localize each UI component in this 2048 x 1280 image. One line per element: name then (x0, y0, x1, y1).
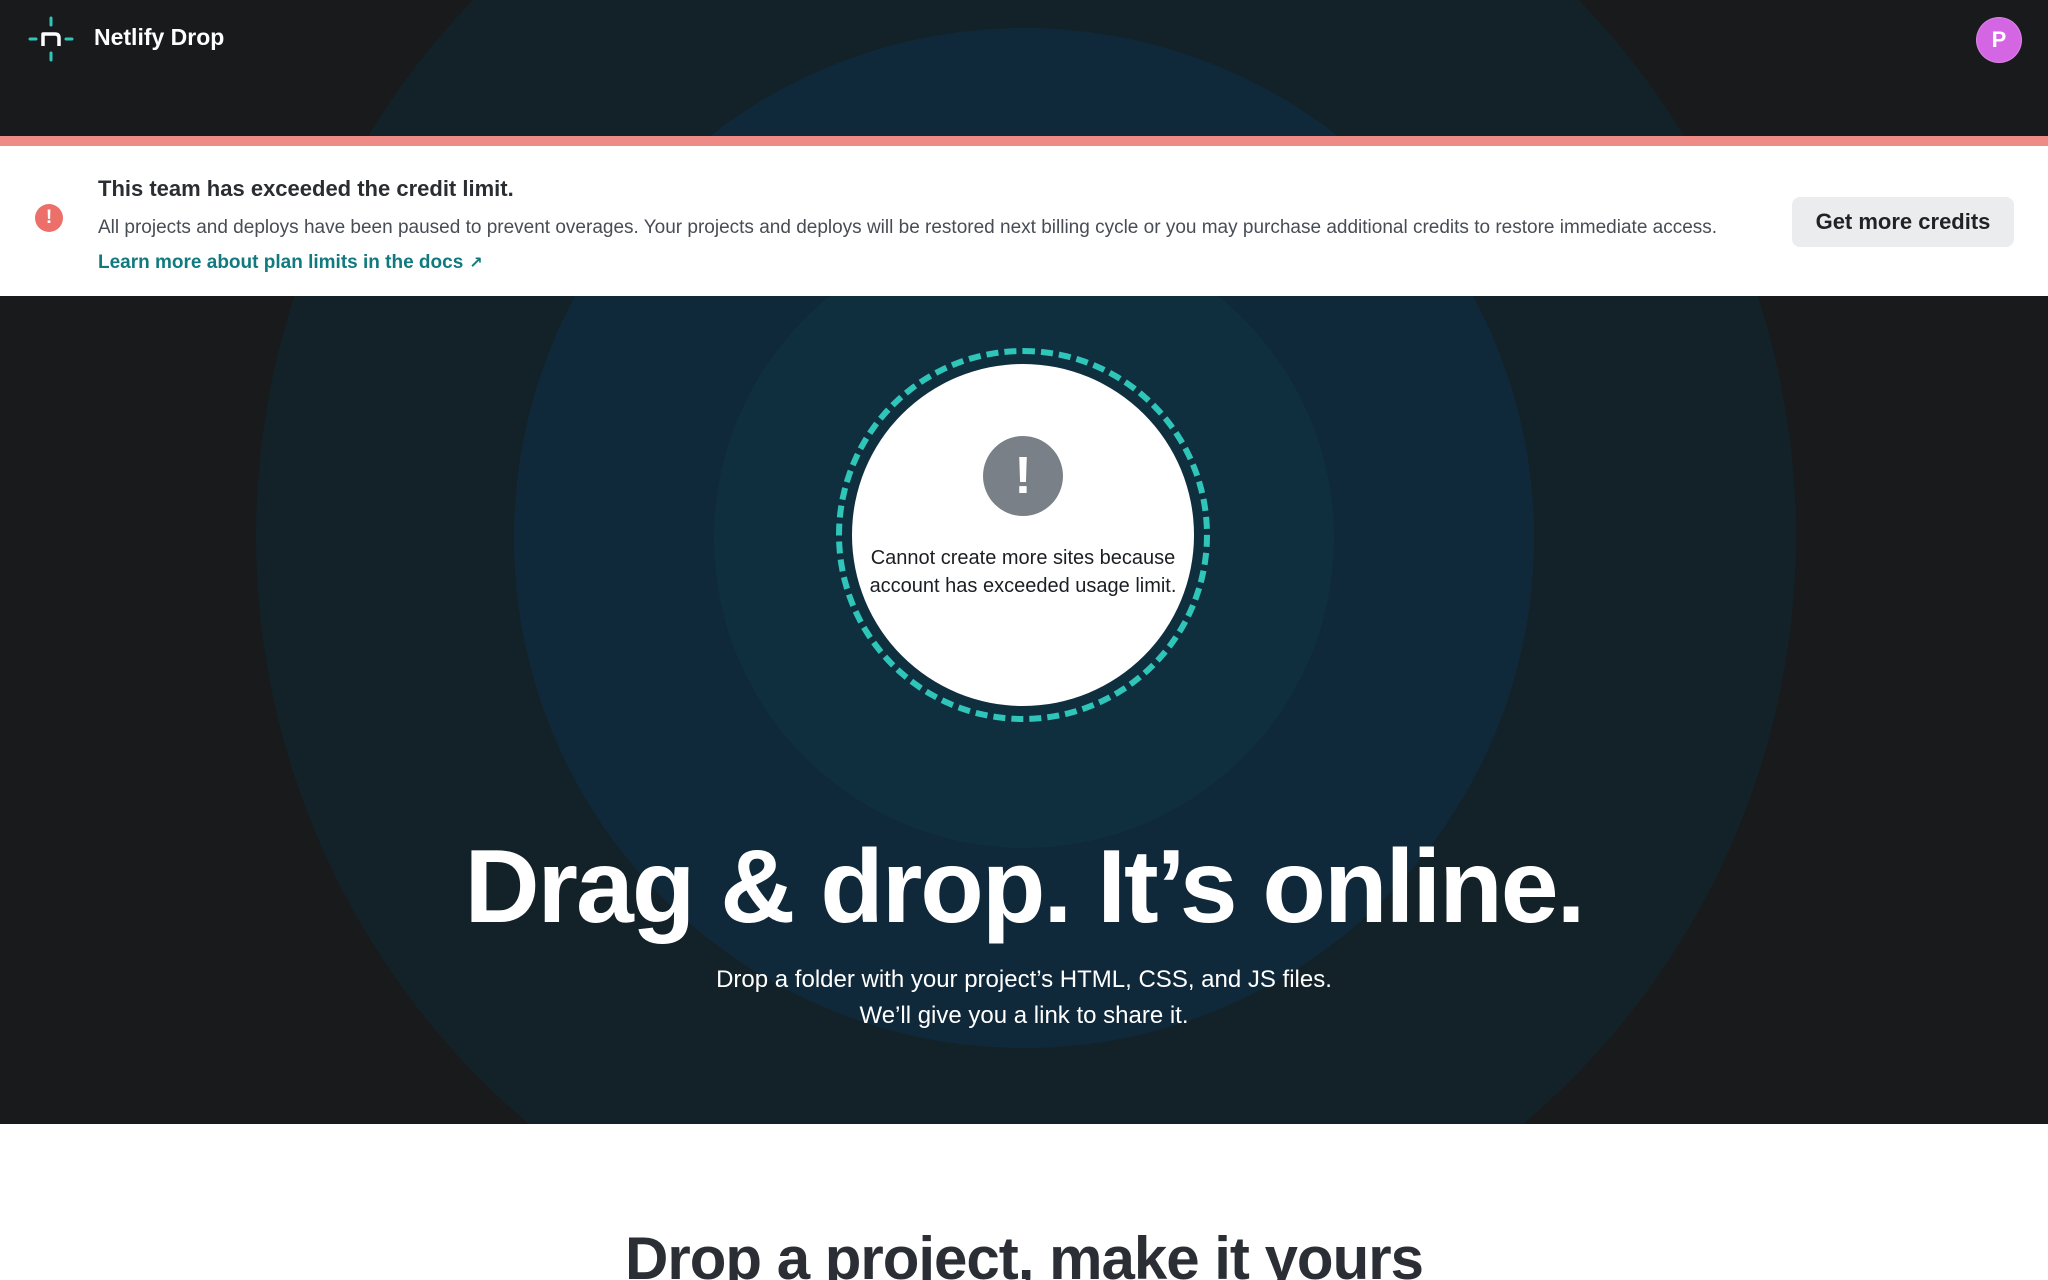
plan-limits-docs-link-label: Learn more about plan limits in the docs (98, 252, 464, 273)
netlify-drop-page: Netlify Drop P ! This team has exceeded … (0, 0, 2048, 1280)
alert-accent-strip (0, 136, 2048, 146)
top-header: Netlify Drop P (0, 0, 2048, 78)
drop-zone[interactable]: ! Cannot create more sites because accou… (836, 348, 1210, 722)
external-link-arrow-icon: ↗ (469, 255, 483, 272)
plan-limits-docs-link[interactable]: Learn more about plan limits in the docs… (98, 252, 483, 273)
lower-section: Drop a project, make it yours (0, 1124, 2048, 1280)
alert-body-text: All projects and deploys have been pause… (98, 217, 1718, 238)
drop-zone-inner: ! Cannot create more sites because accou… (852, 364, 1194, 706)
hero-subline-2: We’ll give you a link to share it. (859, 1002, 1189, 1029)
get-more-credits-button[interactable]: Get more credits (1792, 197, 2014, 247)
lower-section-title: Drop a project, make it yours (625, 1225, 1424, 1280)
alert-title: This team has exceeded the credit limit. (98, 176, 514, 201)
netlify-logo-icon[interactable] (28, 16, 74, 62)
hero-subline-1: Drop a folder with your project’s HTML, … (716, 966, 1332, 993)
user-avatar[interactable]: P (1976, 17, 2022, 63)
alert-body: All projects and deploys have been pause… (98, 210, 1738, 281)
drop-zone-message: Cannot create more sites because account… (869, 547, 1177, 597)
hero-headline: Drag & drop. It’s online. (464, 829, 1585, 945)
warning-exclamation-icon: ! (983, 436, 1063, 516)
credit-limit-alert: ! This team has exceeded the credit limi… (0, 146, 2048, 296)
brand-name[interactable]: Netlify Drop (94, 24, 224, 51)
hero-subline: Drop a folder with your project’s HTML, … (0, 962, 2048, 1034)
alert-exclamation-icon: ! (35, 204, 63, 232)
